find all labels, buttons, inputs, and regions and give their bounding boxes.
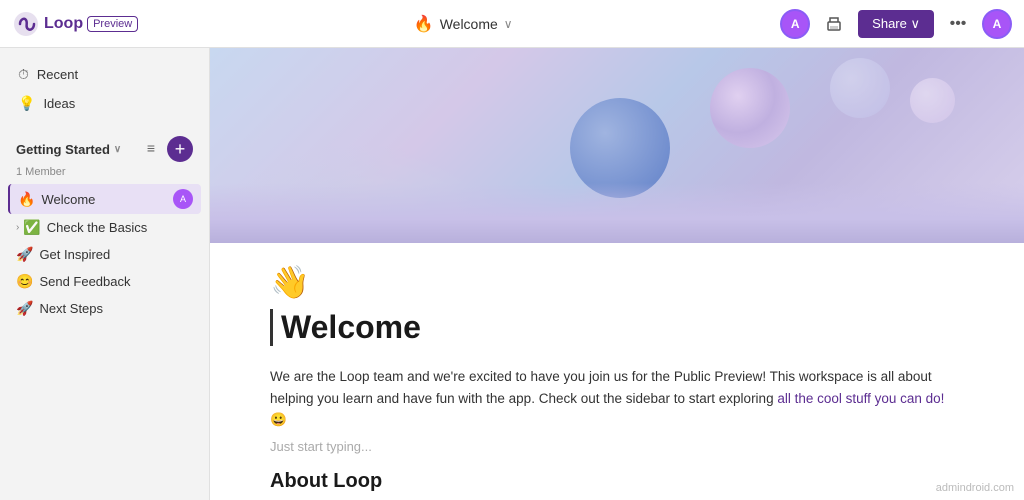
topbar-right: A Share ∨ ••• A [780, 8, 1012, 40]
watermark: admindroid.com [936, 482, 1014, 494]
hero-banner [210, 48, 1024, 243]
next-steps-label: Next Steps [39, 301, 193, 316]
workspace-header: Getting Started ∨ ≡ + [8, 132, 201, 166]
sidebar-recent-label: Recent [37, 67, 78, 82]
content-area: 👋 Welcome We are the Loop team and we're… [210, 48, 1024, 500]
placeholder-text[interactable]: Just start typing... [270, 439, 964, 454]
sidebar-page-next-steps[interactable]: 🚀 Next Steps [8, 295, 201, 322]
more-options-button[interactable]: ••• [942, 8, 974, 40]
page-title-button[interactable]: 🔥 Welcome ∨ [406, 10, 521, 38]
app-name: Loop [44, 15, 83, 33]
workspace-actions: ≡ + [139, 136, 193, 162]
app-logo: Loop Preview [12, 10, 138, 38]
sidebar-page-get-inspired[interactable]: 🚀 Get Inspired [8, 241, 201, 268]
next-steps-icon: 🚀 [16, 300, 33, 317]
wave-emoji: 👋 [270, 263, 964, 301]
main-container: ⏱ Recent 💡 Ideas Getting Started ∨ ≡ [0, 48, 1024, 500]
loop-logo-icon [12, 10, 40, 38]
sidebar: ⏱ Recent 💡 Ideas Getting Started ∨ ≡ [0, 48, 210, 500]
get-inspired-label: Get Inspired [39, 247, 193, 262]
print-icon [825, 15, 843, 33]
preview-badge: Preview [87, 16, 138, 32]
print-button[interactable] [818, 8, 850, 40]
workspace-menu-button[interactable]: ≡ [139, 136, 163, 160]
hero-sphere-2 [710, 68, 790, 148]
send-feedback-label: Send Feedback [39, 274, 193, 289]
welcome-page-avatar: A [173, 189, 193, 209]
sidebar-nav: ⏱ Recent 💡 Ideas [0, 56, 209, 122]
send-feedback-icon: 😊 [16, 273, 33, 290]
get-inspired-icon: 🚀 [16, 246, 33, 263]
hero-sphere-3 [830, 58, 890, 118]
welcome-body-text: We are the Loop team and we're excited t… [270, 366, 964, 431]
share-button[interactable]: Share ∨ [858, 10, 934, 38]
sidebar-page-check-basics[interactable]: › ✅ Check the Basics [8, 214, 201, 241]
workspace-title: Getting Started ∨ [16, 142, 121, 157]
avatar-topbar-center: A [780, 9, 810, 39]
ideas-icon: 💡 [18, 95, 35, 112]
expand-icon: › [16, 222, 19, 233]
welcome-page-label: Welcome [41, 192, 173, 207]
page-title-text: Welcome [440, 16, 498, 32]
chevron-down-icon: ∨ [504, 17, 513, 31]
about-loop-title: About Loop [270, 470, 964, 493]
sidebar-page-send-feedback[interactable]: 😊 Send Feedback [8, 268, 201, 295]
workspace-chevron-icon: ∨ [114, 144, 121, 155]
user-avatar[interactable]: A [982, 9, 1012, 39]
add-page-button[interactable]: + [167, 136, 193, 162]
hero-sphere-4 [910, 78, 955, 123]
welcome-page-icon: 🔥 [18, 191, 35, 208]
sidebar-workspace-section: Getting Started ∨ ≡ + 1 Member 🔥 Welcome… [0, 132, 209, 322]
menu-icon: ≡ [147, 140, 155, 156]
topbar: Loop Preview 🔥 Welcome ∨ A Share ∨ ••• A [0, 0, 1024, 48]
page-body: 👋 Welcome We are the Loop team and we're… [210, 243, 1024, 500]
sidebar-item-recent[interactable]: ⏱ Recent [8, 60, 201, 89]
sidebar-item-ideas[interactable]: 💡 Ideas [8, 89, 201, 118]
welcome-link[interactable]: all the cool stuff you can do! [777, 391, 944, 406]
page-title: Welcome [270, 309, 964, 346]
recent-icon: ⏱ [18, 66, 29, 83]
sidebar-page-welcome[interactable]: 🔥 Welcome A [8, 184, 201, 214]
topbar-center: 🔥 Welcome ∨ [154, 10, 772, 38]
more-icon: ••• [950, 15, 967, 33]
check-basics-icon: ✅ [23, 219, 40, 236]
hero-wave-bottom [210, 183, 1024, 243]
workspace-members: 1 Member [8, 166, 201, 184]
plus-icon: + [175, 140, 186, 158]
check-basics-label: Check the Basics [47, 220, 193, 235]
sidebar-ideas-label: Ideas [43, 96, 75, 111]
